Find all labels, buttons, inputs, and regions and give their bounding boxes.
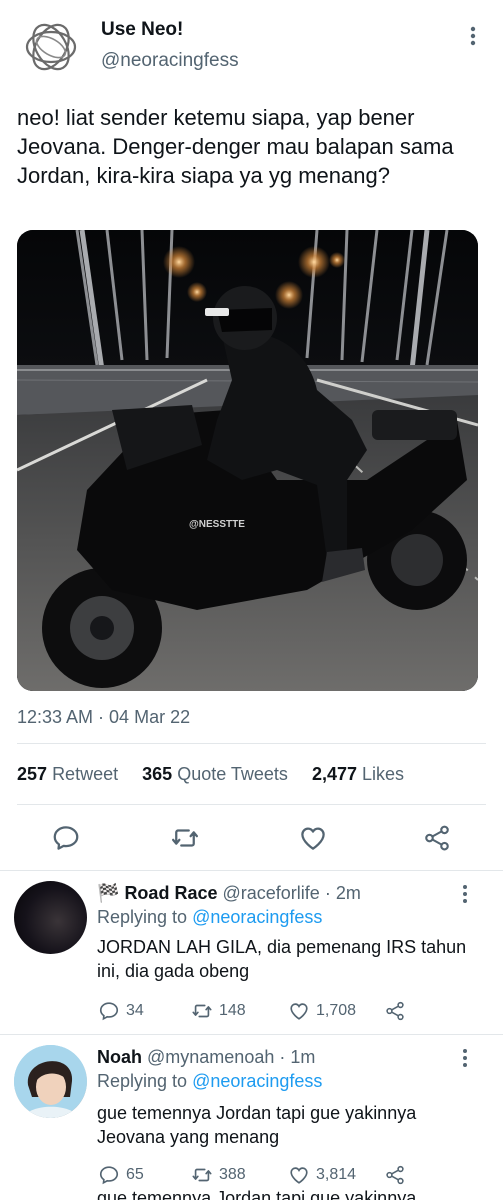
photo-watermark: @NESSTTE [189, 519, 245, 530]
reply-icon[interactable] [51, 823, 81, 853]
reply-icon [99, 1166, 119, 1185]
retweet-count: 148 [219, 1002, 246, 1019]
reply-time: · 2m [324, 883, 361, 903]
like-icon [290, 1167, 308, 1184]
retweet-count: 388 [219, 1166, 246, 1183]
retweet-icon [192, 1168, 212, 1182]
avatar[interactable] [14, 1045, 87, 1118]
reply-retweet-action[interactable]: 388 [191, 1164, 246, 1186]
reply-author-handle[interactable]: @mynamenoah [147, 1047, 274, 1067]
reply-like-action[interactable]: 3,814 [288, 1164, 356, 1186]
divider [17, 743, 486, 744]
retweet-icon [192, 1004, 212, 1018]
divider [17, 804, 486, 805]
replying-to-mention[interactable]: @neoracingfess [192, 907, 322, 927]
more-options-icon[interactable] [456, 883, 474, 905]
reply-icon [99, 1002, 119, 1021]
like-icon[interactable] [298, 823, 328, 853]
account-name[interactable]: Use Neo! [101, 19, 183, 41]
reply-item[interactable]: 🏁 Road Race @raceforlife · 2m Replying t… [0, 871, 503, 1033]
tweet-header: Use Neo! @neoracingfess [0, 0, 503, 90]
replying-to: Replying to @neoracingfess [97, 907, 322, 928]
more-options-icon[interactable] [463, 24, 483, 48]
flag-icon: 🏁 [97, 883, 120, 903]
reply-share-action[interactable] [384, 1164, 406, 1186]
reply-like-action[interactable]: 1,708 [288, 1000, 356, 1022]
tweet-timestamp[interactable]: 12:33 AM · 04 Mar 22 [17, 707, 190, 728]
more-options-icon[interactable] [456, 1047, 474, 1069]
tweet-text: neo! liat sender ketemu siapa, yap bener… [17, 105, 454, 188]
reply-author-name[interactable]: Road Race [124, 883, 217, 903]
share-icon [386, 1001, 404, 1021]
account-logo[interactable] [22, 18, 80, 76]
replying-to-label: Replying to [97, 907, 188, 927]
quotes-count[interactable]: 365 [142, 764, 172, 784]
quotes-label[interactable]: Quote Tweets [177, 764, 288, 784]
reply-header: 🏁 Road Race @raceforlife · 2m [97, 883, 361, 904]
account-handle[interactable]: @neoracingfess [101, 50, 239, 72]
reply-retweet-action[interactable]: 148 [191, 1000, 246, 1022]
avatar[interactable] [14, 881, 87, 954]
reply-share-action[interactable] [384, 1000, 406, 1022]
share-icon[interactable] [422, 823, 452, 853]
likes-label[interactable]: Likes [362, 764, 404, 784]
reply-author-name[interactable]: Noah [97, 1047, 142, 1067]
replying-to: Replying to @neoracingfess [97, 1071, 322, 1092]
tweet-photo[interactable]: @NESSTTE [17, 230, 478, 691]
partial-text: gue temennya Jordan tapi gue yakinnya [97, 1188, 417, 1200]
reply-header: Noah @mynamenoah · 1m [97, 1047, 315, 1068]
like-icon [290, 1003, 308, 1020]
retweet-icon[interactable] [170, 823, 200, 853]
reply-text: JORDAN LAH GILA, dia pemenang IRS tahun … [97, 937, 467, 981]
retweets-label[interactable]: Retweet [52, 764, 118, 784]
reply-count: 34 [126, 1002, 144, 1019]
reply-reply-action[interactable]: 65 [98, 1164, 144, 1186]
reply-item[interactable]: Noah @mynamenoah · 1m Replying to @neora… [0, 1035, 503, 1195]
replying-to-mention[interactable]: @neoracingfess [192, 1071, 322, 1091]
tweet-stats: 257 Retweet 365 Quote Tweets 2,477 Likes [17, 764, 404, 785]
likes-count[interactable]: 2,477 [312, 764, 357, 784]
share-icon [386, 1165, 404, 1185]
reply-author-handle[interactable]: @raceforlife [223, 883, 320, 903]
reply-time: · 1m [279, 1047, 316, 1067]
reply-count: 65 [126, 1166, 144, 1183]
reply-reply-action[interactable]: 34 [98, 1000, 144, 1022]
replying-to-label: Replying to [97, 1071, 188, 1091]
like-count: 1,708 [316, 1002, 357, 1019]
like-count: 3,814 [316, 1166, 357, 1183]
reply-text: gue temennya Jordan tapi gue yakinnya Je… [97, 1103, 417, 1147]
retweets-count[interactable]: 257 [17, 764, 47, 784]
